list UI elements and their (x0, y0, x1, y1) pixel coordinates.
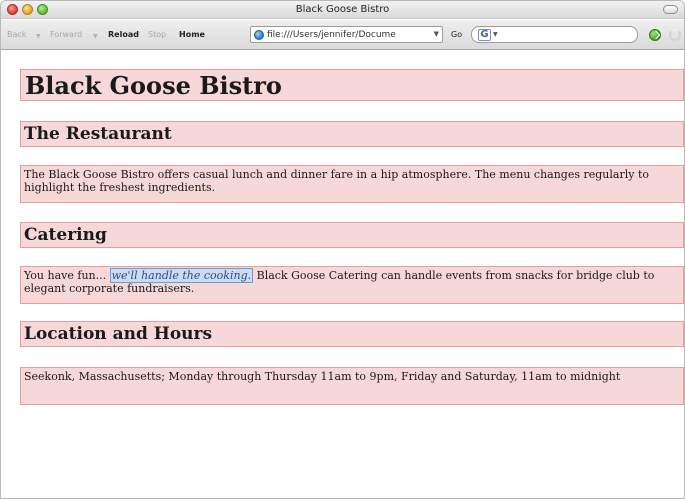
heading-location-and-hours: Location and Hours (20, 321, 684, 347)
page-content: Black Goose Bistro The Restaurant The Bl… (1, 51, 684, 498)
search-input[interactable]: G ▼ (471, 26, 638, 43)
page-heading: Black Goose Bistro (20, 69, 684, 101)
globe-icon (254, 30, 264, 40)
loading-spinner-icon (669, 29, 681, 41)
emphasized-text: we'll handle the cooking. (109, 268, 254, 283)
forward-dropdown-icon[interactable]: ▼ (93, 33, 98, 40)
paragraph-location: Seekonk, Massachusetts; Monday through T… (20, 367, 684, 405)
heading-catering: Catering (20, 222, 684, 248)
paragraph-catering: You have fun... we'll handle the cooking… (20, 266, 684, 304)
forward-button[interactable]: Forward (50, 30, 82, 39)
back-dropdown-icon[interactable]: ▼ (36, 33, 41, 40)
reload-button[interactable]: Reload (108, 30, 139, 39)
stop-button[interactable]: Stop (148, 30, 166, 39)
home-button[interactable]: Home (179, 30, 205, 39)
go-arrow-icon[interactable] (649, 29, 661, 41)
back-button[interactable]: Back (7, 30, 26, 39)
go-button[interactable]: Go (451, 30, 462, 39)
browser-window: Black Goose Bistro Back ▼ Forward ▼ Relo… (0, 0, 685, 499)
navigation-toolbar: Back ▼ Forward ▼ Reload Stop Home file:/… (1, 20, 684, 50)
toolbar-toggle-button[interactable] (663, 5, 678, 14)
address-dropdown-icon[interactable]: ▼ (434, 30, 439, 38)
heading-the-restaurant: The Restaurant (20, 121, 684, 147)
search-engine-dropdown-icon[interactable]: ▼ (493, 31, 498, 38)
title-bar: Black Goose Bistro (1, 1, 684, 19)
paragraph-restaurant: The Black Goose Bistro offers casual lun… (20, 165, 684, 203)
address-text[interactable]: file:///Users/jennifer/Docume (267, 30, 432, 40)
google-search-icon[interactable]: G (478, 29, 491, 41)
address-bar[interactable]: file:///Users/jennifer/Docume ▼ (250, 26, 443, 43)
window-title: Black Goose Bistro (295, 4, 390, 15)
catering-text-before: You have fun... (24, 269, 110, 282)
